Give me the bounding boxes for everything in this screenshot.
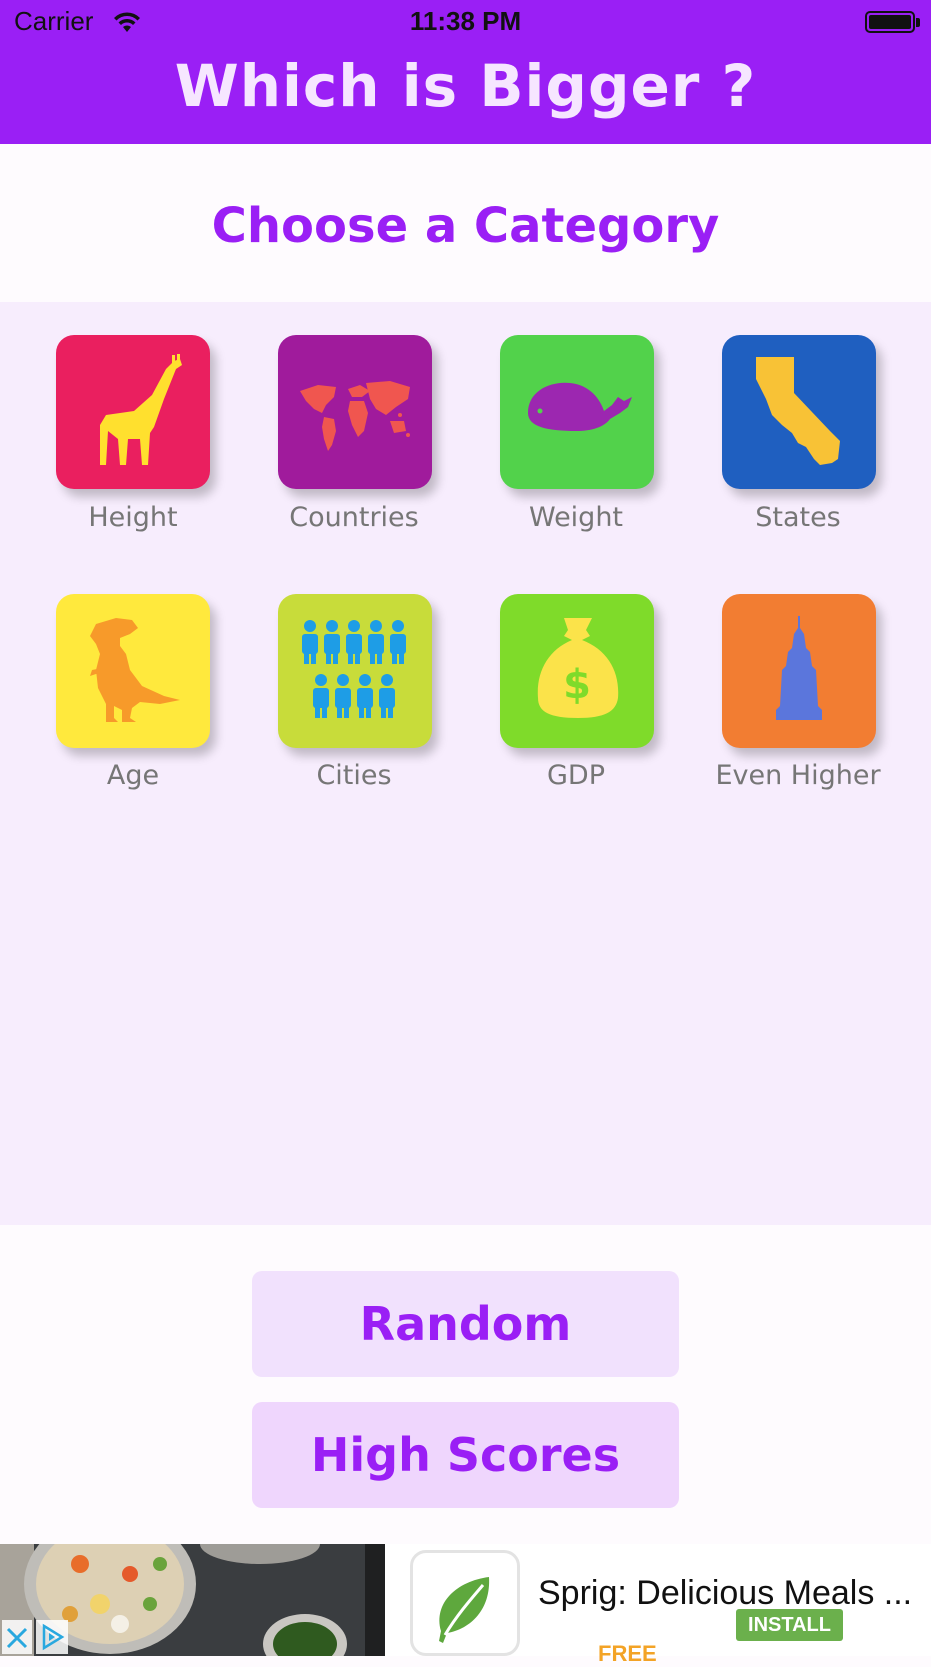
battery-icon [865,11,915,33]
app-header: Carrier 11:38 PM Which is Bigger ? [0,0,931,144]
california-icon [756,357,840,465]
ad-price: FREE [598,1641,657,1666]
category-tile-countries[interactable] [278,335,432,489]
category-tile-states[interactable] [722,335,876,489]
choose-category-title: Choose a Category [211,198,720,254]
leaf-icon [439,1577,490,1643]
category-tile-even-higher[interactable] [722,594,876,748]
dinosaur-icon [90,618,180,722]
close-icon[interactable] [2,1620,32,1654]
category-label-countries: Countries [289,502,419,533]
category-tile-gdp[interactable]: $ [500,594,654,748]
ad-install-button[interactable]: INSTALL [736,1609,843,1641]
money-bag-icon: $ [537,618,619,718]
category-label-age: Age [106,760,160,791]
category-tile-age[interactable] [56,594,210,748]
ad-title: Sprig: Delicious Meals ... [538,1574,913,1612]
status-time: 11:38 PM [409,6,522,36]
battery-tip [916,18,920,27]
category-label-states: States [755,502,841,533]
app-title: Which is Bigger ? [174,52,757,120]
category-label-cities: Cities [316,760,392,791]
category-tile-weight[interactable] [500,335,654,489]
random-button[interactable]: Random [252,1271,679,1377]
ad-choices-icon[interactable] [36,1620,68,1654]
skyscraper-icon [776,616,822,720]
giraffe-icon [100,354,182,465]
people-crowd-icon [302,620,406,718]
category-label-height: Height [88,502,178,533]
svg-text:$: $ [563,662,591,708]
category-tile-cities[interactable] [278,594,432,748]
whale-icon [528,382,632,431]
category-label-weight: Weight [528,502,624,533]
world-map-icon [300,381,410,451]
category-label-gdp: GDP [547,760,605,791]
status-bar: Carrier 11:38 PM [0,0,931,44]
category-tile-height[interactable] [56,335,210,489]
ad-app-icon [410,1550,520,1656]
high-scores-button[interactable]: High Scores [252,1402,679,1508]
category-label-even-higher: Even Higher [715,760,881,791]
